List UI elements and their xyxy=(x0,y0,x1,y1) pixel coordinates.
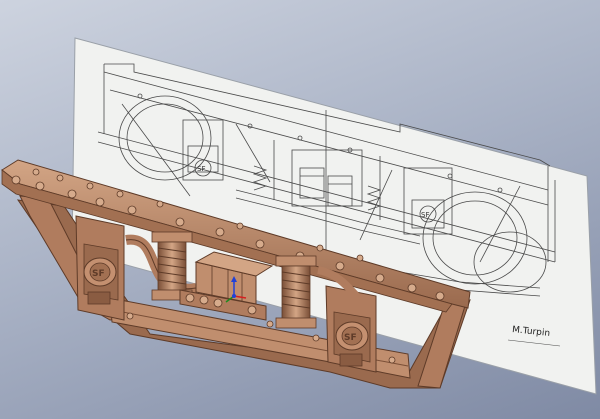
svg-text:SF: SF xyxy=(421,211,429,219)
svg-text:SF: SF xyxy=(197,165,205,173)
right-coil-spring[interactable] xyxy=(275,255,317,329)
scene-canvas[interactable]: SF SF SF SF xyxy=(0,0,600,419)
right-axle-box[interactable]: SF xyxy=(325,285,377,373)
left-axle-badge: SF xyxy=(92,269,105,279)
left-coil-spring[interactable] xyxy=(151,231,193,301)
3d-viewport[interactable]: SF SF SF SF M.Turpin xyxy=(0,0,600,419)
right-axle-badge: SF xyxy=(344,333,357,343)
left-axle-box[interactable]: SF xyxy=(75,215,125,321)
